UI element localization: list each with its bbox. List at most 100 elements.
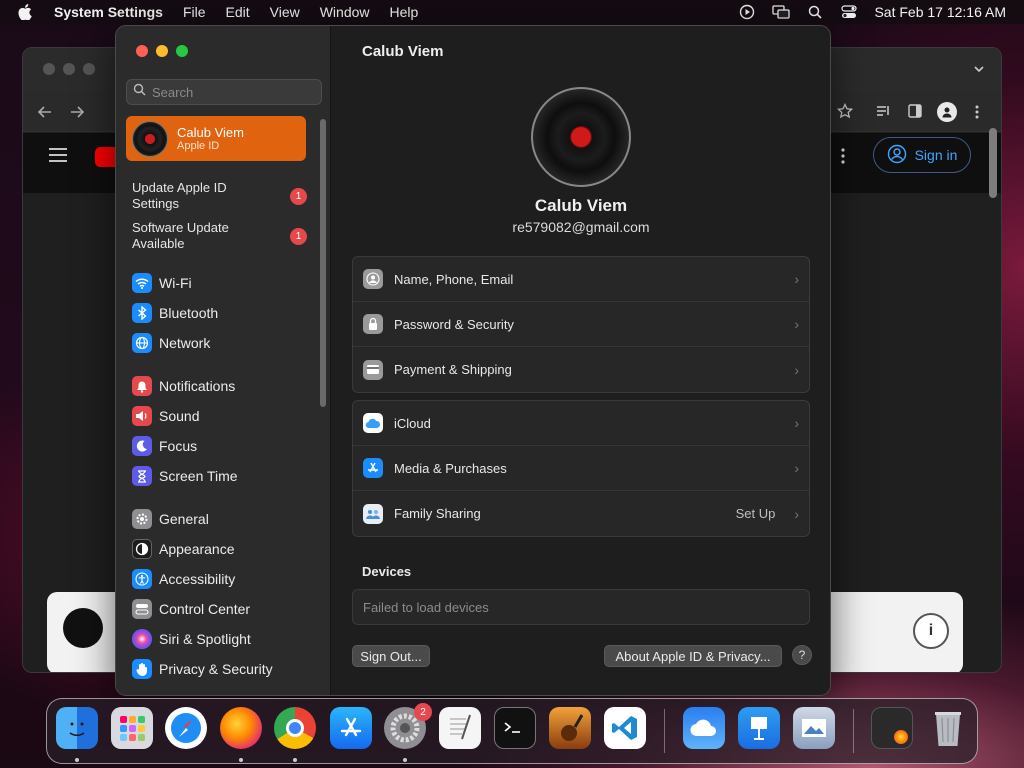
row-media-purchases[interactable]: Media & Purchases › xyxy=(353,446,809,491)
menu-help[interactable]: Help xyxy=(380,4,429,20)
dock-app-store-icon[interactable] xyxy=(330,707,372,749)
dock-launchpad-icon[interactable] xyxy=(111,707,153,749)
sidebar-item-sound[interactable]: Sound xyxy=(132,404,307,428)
row-name-phone-email[interactable]: Name, Phone, Email › xyxy=(353,257,809,302)
row-label: Name, Phone, Email xyxy=(394,271,514,287)
control-center-icon[interactable] xyxy=(840,3,858,21)
wifi-icon xyxy=(132,273,152,293)
running-indicator xyxy=(293,758,297,762)
media-queue-icon[interactable] xyxy=(875,103,891,124)
search-input[interactable] xyxy=(152,84,312,100)
sidebar-item-network[interactable]: Network xyxy=(132,331,307,355)
screen-mirroring-icon[interactable] xyxy=(772,3,791,21)
sidebar-item-apple-id[interactable]: Calub Viem Apple ID xyxy=(126,116,306,161)
row-payment-shipping[interactable]: Payment & Shipping › xyxy=(353,347,809,392)
running-indicator xyxy=(75,758,79,762)
hamburger-menu-icon[interactable] xyxy=(49,148,67,167)
dock-separator xyxy=(664,709,665,753)
forward-arrow-icon[interactable] xyxy=(69,104,85,125)
moon-icon xyxy=(132,436,152,456)
dock-preview-icon[interactable] xyxy=(793,707,835,749)
sidebar-item-focus[interactable]: Focus xyxy=(132,434,307,458)
sidebar-item-label: Network xyxy=(159,335,211,351)
menu-view[interactable]: View xyxy=(260,4,310,20)
back-arrow-icon[interactable] xyxy=(37,104,53,125)
sidebar-item-accessibility[interactable]: Accessibility xyxy=(132,567,307,591)
family-icon xyxy=(363,503,383,524)
notice-label: Software Update Available xyxy=(132,220,229,251)
account-name: Calub Viem xyxy=(177,125,244,140)
sidebar-item-control-center[interactable]: Control Center xyxy=(132,597,307,621)
chevron-down-icon[interactable] xyxy=(973,62,985,80)
chevron-right-icon: › xyxy=(794,460,799,476)
sidebar-item-bluetooth[interactable]: Bluetooth xyxy=(132,301,307,325)
sign-in-label: Sign in xyxy=(914,147,958,163)
dock-garageband-icon[interactable] xyxy=(549,707,591,749)
dock-weather-icon[interactable] xyxy=(683,707,725,749)
apple-menu-icon[interactable] xyxy=(14,0,36,24)
spotlight-search-icon[interactable] xyxy=(806,3,824,21)
menu-window[interactable]: Window xyxy=(310,4,380,20)
sidebar-search[interactable] xyxy=(126,79,322,105)
notification-badge: 1 xyxy=(290,188,307,205)
sidebar-scrollbar[interactable] xyxy=(320,119,326,407)
info-icon[interactable]: i xyxy=(913,613,949,649)
sidebar-item-label: Control Center xyxy=(159,601,251,617)
sidebar-item-label: Screen Time xyxy=(159,468,238,484)
bell-icon xyxy=(132,376,152,396)
dock-downloads-stack-icon[interactable] xyxy=(871,707,913,749)
sidebar-item-siri-spotlight[interactable]: Siri & Spotlight xyxy=(132,627,307,651)
devices-heading: Devices xyxy=(362,564,412,579)
help-button[interactable]: ? xyxy=(792,645,812,665)
siri-icon xyxy=(132,629,152,649)
dock-terminal-icon[interactable] xyxy=(494,707,536,749)
dock-trash-icon[interactable] xyxy=(927,707,969,749)
row-family-sharing[interactable]: Family Sharing Set Up › xyxy=(353,491,809,536)
browser-scrollbar[interactable] xyxy=(989,128,997,198)
cloud-icon xyxy=(363,413,383,433)
sign-in-button[interactable]: Sign in xyxy=(873,137,971,173)
more-options-icon[interactable] xyxy=(841,148,845,169)
browser-menu-icon[interactable] xyxy=(975,104,979,125)
dock-finder-icon[interactable] xyxy=(56,707,98,749)
dock-keynote-icon[interactable] xyxy=(738,707,780,749)
account-circle-icon xyxy=(887,144,907,167)
sidebar-item-label: Focus xyxy=(159,438,198,454)
dock-textedit-icon[interactable] xyxy=(439,707,481,749)
notice-update-apple-id[interactable]: Update Apple ID Settings 1 xyxy=(132,180,307,214)
sidebar-item-wifi[interactable]: Wi-Fi xyxy=(132,271,307,295)
row-icloud[interactable]: iCloud › xyxy=(353,401,809,446)
about-apple-id-privacy-button[interactable]: About Apple ID & Privacy... xyxy=(604,645,782,667)
sidebar-item-notifications[interactable]: Notifications xyxy=(132,374,307,398)
sidebar-item-screen-time[interactable]: Screen Time xyxy=(132,464,307,488)
row-password-security[interactable]: Password & Security › xyxy=(353,302,809,347)
profile-icon[interactable] xyxy=(937,102,957,122)
zoom-window-button[interactable] xyxy=(176,45,188,57)
profile-avatar[interactable] xyxy=(531,87,631,187)
lock-icon xyxy=(363,314,383,334)
notice-software-update[interactable]: Software Update Available 1 xyxy=(132,220,307,254)
appstore-icon xyxy=(363,458,383,478)
page-title: Calub Viem xyxy=(362,43,444,60)
dock-firefox-icon[interactable] xyxy=(220,707,262,749)
menu-edit[interactable]: Edit xyxy=(216,4,260,20)
dock-safari-icon[interactable] xyxy=(165,707,207,749)
sidebar-item-privacy-security[interactable]: Privacy & Security xyxy=(132,657,307,681)
close-window-button[interactable] xyxy=(136,45,148,57)
menu-file[interactable]: File xyxy=(173,4,216,20)
avatar xyxy=(132,120,168,157)
dock-vscode-icon[interactable] xyxy=(604,707,646,749)
menu-app-name[interactable]: System Settings xyxy=(44,4,173,20)
menubar-clock[interactable]: Sat Feb 17 12:16 AM xyxy=(874,4,1006,20)
sidebar-item-appearance[interactable]: Appearance xyxy=(132,537,307,561)
side-panel-icon[interactable] xyxy=(907,103,923,124)
play-circle-icon[interactable] xyxy=(738,3,756,21)
sidebar-item-general[interactable]: General xyxy=(132,507,307,531)
dock-chrome-icon[interactable] xyxy=(274,707,316,749)
bookmark-star-icon[interactable] xyxy=(836,102,854,124)
sidebar-item-label: Accessibility xyxy=(159,571,236,587)
sign-out-button[interactable]: Sign Out... xyxy=(352,645,430,667)
services-group: iCloud › Media & Purchases › Family Shar… xyxy=(352,400,810,537)
settings-sidebar: Calub Viem Apple ID Update Apple ID Sett… xyxy=(116,26,331,695)
minimize-window-button[interactable] xyxy=(156,45,168,57)
